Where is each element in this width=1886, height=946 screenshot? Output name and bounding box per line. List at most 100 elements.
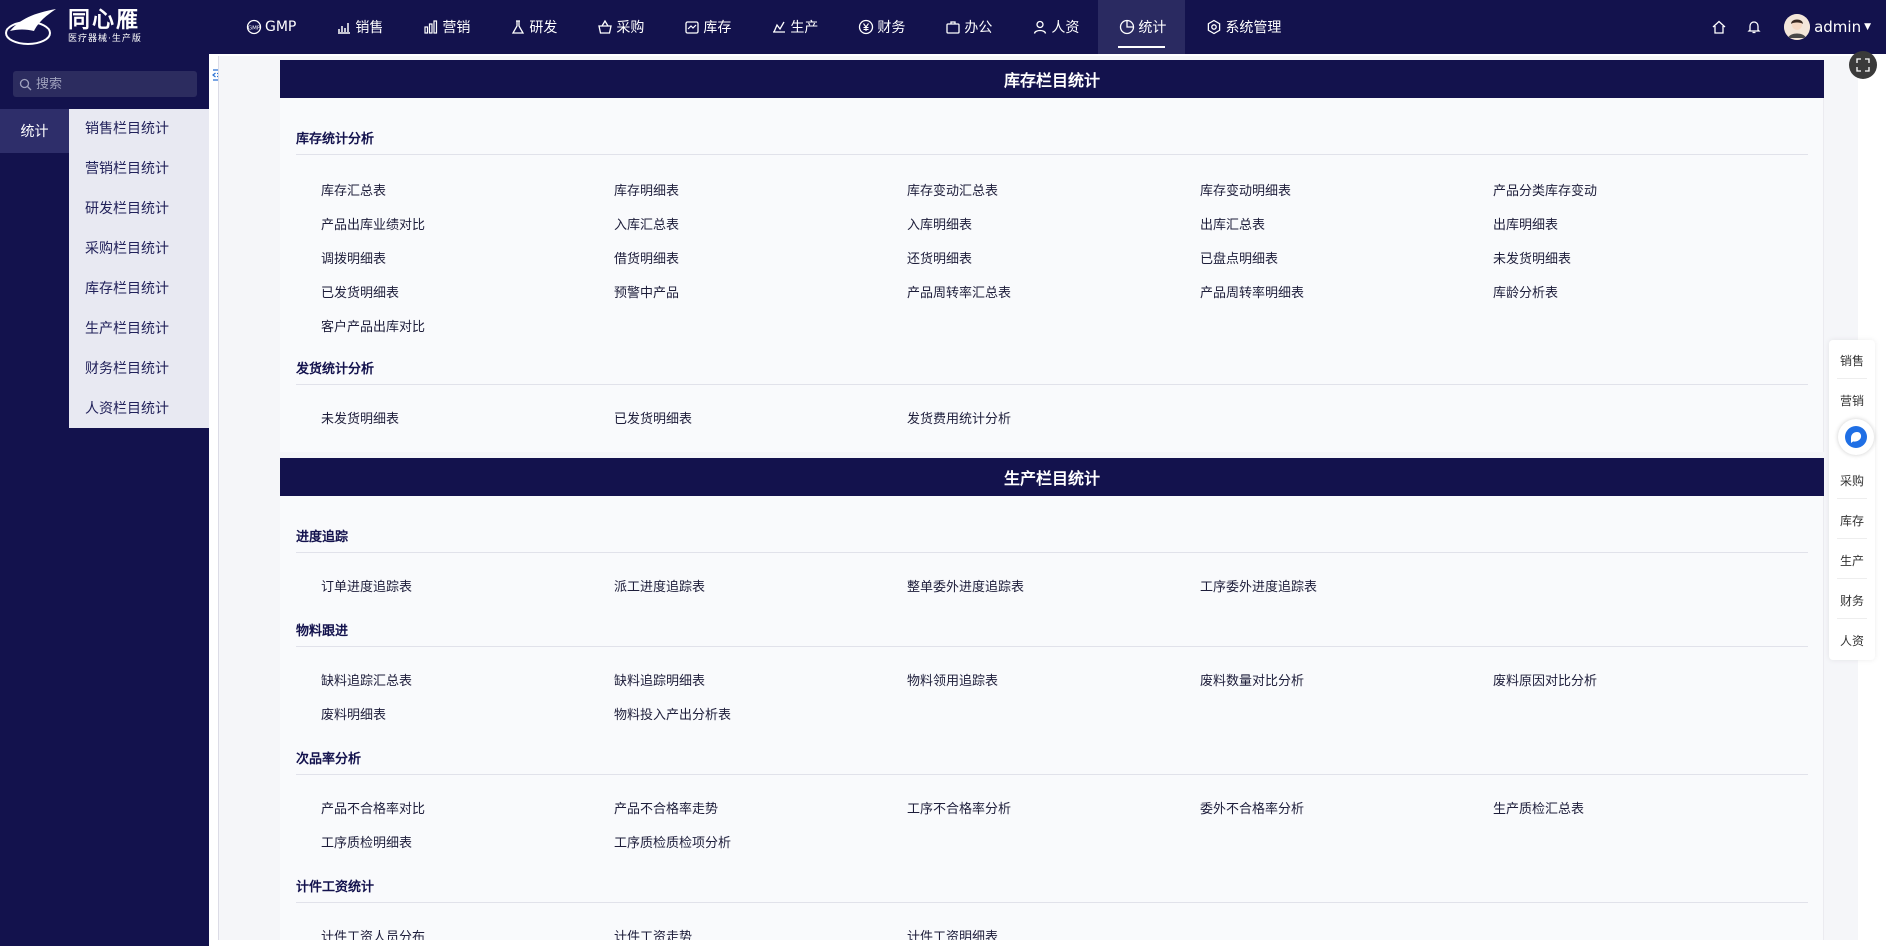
nav-rnd[interactable]: 研发 [489,0,576,54]
report-link[interactable]: 订单进度追踪表 [321,576,412,595]
nav-production-label: 生产 [790,20,819,36]
report-link[interactable]: 预警中产品 [614,282,679,301]
divider [1837,498,1867,499]
nav-hr[interactable]: 人资 [1011,0,1098,54]
submenu-item[interactable]: 研发栏目统计 [69,193,209,233]
divider [296,646,1808,647]
report-link[interactable]: 已盘点明细表 [1200,248,1278,267]
report-link[interactable]: 废料明细表 [321,704,386,723]
report-link[interactable]: 计件工资人员分布 [321,926,425,940]
divider [296,384,1808,385]
nav-system-label: 系统管理 [1225,20,1282,36]
notification-button[interactable] [1744,17,1764,37]
quick-nav-item[interactable]: 财务 [1829,592,1875,609]
report-link[interactable]: 派工进度追踪表 [614,576,705,595]
report-link[interactable]: 未发货明细表 [1493,248,1571,267]
report-link[interactable]: 废料原因对比分析 [1493,670,1597,689]
quick-nav-item[interactable]: 库存 [1829,512,1875,529]
home-button[interactable] [1709,17,1729,37]
nav-statistics-label: 统计 [1138,20,1167,36]
nav-gmp[interactable]: GMP GMP [225,0,315,54]
report-link[interactable]: 物料领用追踪表 [907,670,998,689]
report-link[interactable]: 还货明细表 [907,248,972,267]
section-production: 进度追踪 订单进度追踪表 派工进度追踪表 整单委外进度追踪表 工序委外进度追踪表… [280,496,1824,940]
report-link[interactable]: 库存汇总表 [321,180,386,199]
nav-inventory[interactable]: 库存 [663,0,750,54]
nav-inventory-label: 库存 [703,20,732,36]
sidebar-search[interactable] [13,71,197,97]
quick-nav-item[interactable]: 采购 [1829,472,1875,489]
report-link[interactable]: 产品周转率汇总表 [907,282,1011,301]
quick-nav-item[interactable]: 生产 [1829,552,1875,569]
section-header-production: 生产栏目统计 [280,458,1824,496]
avatar[interactable] [1784,14,1811,40]
chat-assistant-button[interactable] [1838,419,1874,455]
report-link[interactable]: 已发货明细表 [321,282,399,301]
nav-sales[interactable]: 销售 [315,0,402,54]
report-link[interactable]: 计件工资走势 [614,926,692,940]
submenu-item[interactable]: 财务栏目统计 [69,353,209,393]
search-input[interactable] [36,76,186,92]
report-link[interactable]: 产品周转率明细表 [1200,282,1304,301]
report-link[interactable]: 未发货明细表 [321,408,399,427]
report-link[interactable]: 库存变动汇总表 [907,180,998,199]
report-link[interactable]: 出库汇总表 [1200,214,1265,233]
fullscreen-button[interactable] [1849,51,1877,79]
nav-marketing-label: 营销 [442,20,471,36]
report-link[interactable]: 计件工资明细表 [907,926,998,940]
report-link[interactable]: 产品分类库存变动 [1493,180,1597,199]
submenu-item[interactable]: 营销栏目统计 [69,153,209,193]
nav-office[interactable]: 办公 [924,0,1011,54]
report-link[interactable]: 产品不合格率对比 [321,798,425,817]
report-link[interactable]: 产品不合格率走势 [614,798,718,817]
report-link[interactable]: 缺料追踪明细表 [614,670,705,689]
nav-finance[interactable]: 财务 [837,0,924,54]
nav-marketing[interactable]: 营销 [402,0,489,54]
brand-logo[interactable]: 同心雁 医疗器械·生产版 [0,0,200,54]
report-link[interactable]: 库存明细表 [614,180,679,199]
report-link[interactable]: 入库汇总表 [614,214,679,233]
report-link[interactable]: 客户产品出库对比 [321,316,425,335]
report-link[interactable]: 委外不合格率分析 [1200,798,1304,817]
username[interactable]: admin [1814,18,1861,36]
submenu-item[interactable]: 销售栏目统计 [69,113,209,153]
report-link[interactable]: 发货费用统计分析 [907,408,1011,427]
nav-statistics[interactable]: 统计 [1098,0,1186,54]
report-link[interactable]: 物料投入产出分析表 [614,704,731,723]
submenu-item[interactable]: 采购栏目统计 [69,233,209,273]
user-area: admin ▼ [1709,0,1886,54]
report-link[interactable]: 整单委外进度追踪表 [907,576,1024,595]
quick-nav-item[interactable]: 销售 [1829,352,1875,369]
report-link[interactable]: 工序质检质检项分析 [614,832,731,851]
divider [296,154,1808,155]
report-link[interactable]: 出库明细表 [1493,214,1558,233]
report-link[interactable]: 工序委外进度追踪表 [1200,576,1317,595]
report-link[interactable]: 已发货明细表 [614,408,692,427]
report-link[interactable]: 生产质检汇总表 [1493,798,1584,817]
nav-system[interactable]: 系统管理 [1185,0,1300,54]
bar-chart-icon [338,23,351,34]
report-link[interactable]: 入库明细表 [907,214,972,233]
report-link[interactable]: 工序不合格率分析 [907,798,1011,817]
submenu-item[interactable]: 人资栏目统计 [69,393,209,433]
submenu-item[interactable]: 库存栏目统计 [69,273,209,313]
quick-nav-item[interactable]: 人资 [1829,632,1875,649]
quick-nav-item[interactable]: 营销 [1829,392,1875,409]
pie-chart-icon [1120,19,1135,35]
chevron-down-icon[interactable]: ▼ [1864,22,1871,32]
report-link[interactable]: 库龄分析表 [1493,282,1558,301]
report-link[interactable]: 借货明细表 [614,248,679,267]
nav-production[interactable]: 生产 [750,0,837,54]
sidebar-item-statistics[interactable]: 统计 [0,109,69,153]
nav-purchase[interactable]: 采购 [576,0,663,54]
report-link[interactable]: 调拨明细表 [321,248,386,267]
report-link[interactable]: 缺料追踪汇总表 [321,670,412,689]
report-link[interactable]: 废料数量对比分析 [1200,670,1304,689]
group-title: 进度追踪 [296,530,349,545]
report-link[interactable]: 库存变动明细表 [1200,180,1291,199]
report-link[interactable]: 产品出库业绩对比 [321,214,425,233]
submenu-item[interactable]: 生产栏目统计 [69,313,209,353]
section-header-inventory: 库存栏目统计 [280,60,1824,98]
chat-bubble-icon [1845,426,1867,448]
report-link[interactable]: 工序质检明细表 [321,832,412,851]
